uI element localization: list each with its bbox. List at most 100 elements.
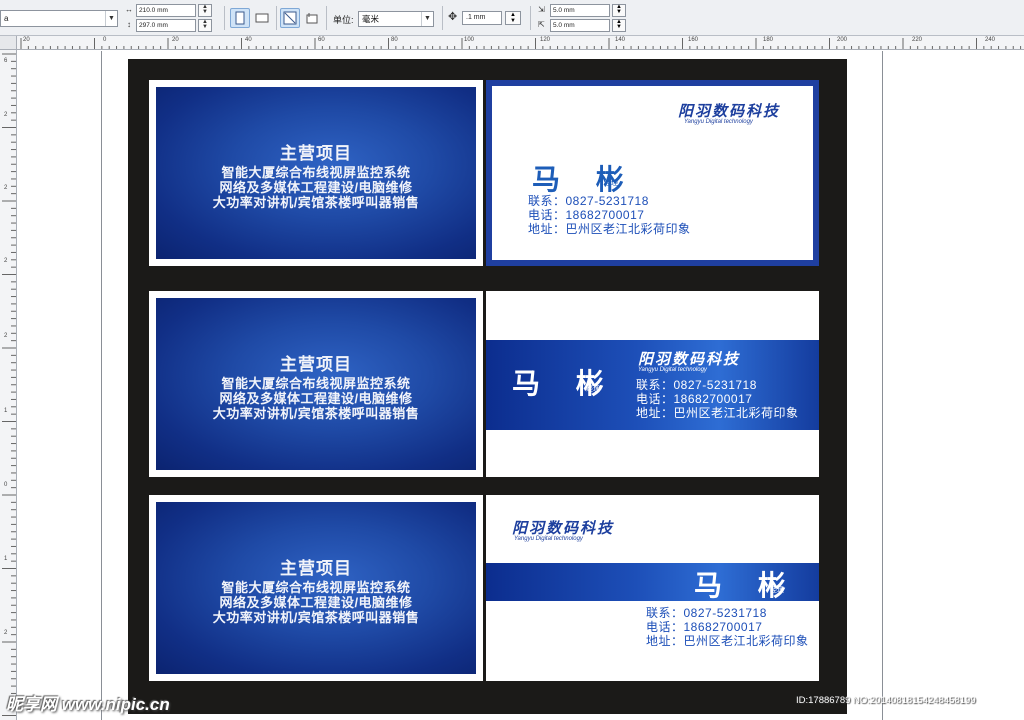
toolbar-divider [442, 6, 443, 30]
height-spinner[interactable]: ▲ ▼ [198, 19, 212, 32]
units-select[interactable]: 毫米 ▼ [358, 11, 434, 27]
company-logo-cn: 阳羽数码科技 [638, 351, 741, 368]
front-service-line: 智能大厦综合布线视屏监控系统 [221, 580, 411, 595]
image-id-watermark: ID:17886789 NO:20140818154248458199 [796, 695, 976, 706]
card-band: 马 彬 经理 [486, 563, 819, 601]
business-card-artboard[interactable]: 主营项目 智能大厦综合布线视屏监控系统 网络及多媒体工程建设/电脑维修 大功率对… [128, 59, 847, 714]
duplicate-x-spinner[interactable]: ▲ ▼ [612, 4, 626, 17]
current-page-button[interactable] [302, 8, 322, 28]
duplicate-y-field[interactable]: 5.0 mm [550, 19, 610, 32]
ruler-tick-label: 0 [4, 482, 8, 488]
address-line: 地址：巴州区老江北彩荷印象 [646, 634, 809, 648]
site-watermark: 昵享网 www.nipic.cn [6, 695, 170, 714]
ruler-tick-label: 2 [4, 185, 8, 191]
ruler-tick-label: 40 [245, 37, 252, 43]
card-holder-role: 经理 [586, 386, 600, 393]
portrait-icon [235, 11, 245, 25]
ruler-tick-label: 1 [4, 556, 8, 562]
width-spinner[interactable]: ▲ ▼ [198, 4, 212, 17]
front-service-line: 智能大厦综合布线视屏监控系统 [221, 165, 411, 180]
ruler-tick-label: 20 [23, 37, 30, 43]
company-logo-en: Yangyu Digital technology [514, 536, 583, 542]
phone-line: 电话：18682700017 [646, 620, 763, 634]
card-back-3[interactable]: 阳羽数码科技 Yangyu Digital technology 马 彬 经理 … [486, 495, 819, 681]
card-front-background: 主营项目 智能大厦综合布线视屏监控系统 网络及多媒体工程建设/电脑维修 大功率对… [156, 502, 476, 674]
ruler-tick-label: 60 [318, 37, 325, 43]
ruler-tick-label: 20 [172, 37, 179, 43]
front-service-line: 大功率对讲机/宾馆茶楼呼叫器销售 [212, 195, 420, 210]
landscape-icon [255, 13, 269, 23]
ruler-origin[interactable] [0, 36, 17, 50]
paper-preset-select[interactable]: a ▼ [0, 10, 118, 27]
address-line: 地址：巴州区老江北彩荷印象 [528, 222, 691, 236]
front-service-line: 大功率对讲机/宾馆茶楼呼叫器销售 [212, 610, 420, 625]
card-band: 马 彬 经理 阳羽数码科技 Yangyu Digital technology … [486, 340, 819, 430]
width-icon: ↔ [125, 5, 133, 14]
vertical-ruler[interactable]: 6 2 2 2 2 1 0 1 2 [0, 50, 17, 720]
ruler-tick-label: 2 [4, 112, 8, 118]
duplicate-y-spinner[interactable]: ▲ ▼ [612, 19, 626, 32]
card-holder-name: 马 彬 [694, 570, 800, 601]
card-holder-name: 马 彬 [532, 164, 638, 195]
all-pages-button[interactable] [280, 8, 300, 28]
height-icon: ↕ [127, 20, 131, 29]
contact-line: 联系：0827-5231718 [528, 194, 649, 208]
toolbar-divider [276, 6, 277, 30]
units-value: 毫米 [362, 14, 380, 24]
front-title: 主营项目 [280, 559, 352, 578]
ruler-tick-label: 2 [4, 630, 8, 636]
current-page-icon [306, 13, 318, 24]
toolbar-divider [326, 6, 327, 30]
all-pages-icon [283, 11, 297, 25]
card-front-background: 主营项目 智能大厦综合布线视屏监控系统 网络及多媒体工程建设/电脑维修 大功率对… [156, 298, 476, 470]
nudge-spinner[interactable]: ▲ ▼ [505, 11, 521, 25]
address-line: 地址：巴州区老江北彩荷印象 [636, 406, 799, 420]
ruler-tick-label: 0 [103, 37, 107, 43]
ruler-tick-label: 2 [4, 333, 8, 339]
toolbar-divider [530, 6, 531, 30]
card-holder-role: 经理 [604, 180, 618, 187]
portrait-button[interactable] [230, 8, 250, 28]
nudge-icon: ✥ [448, 11, 458, 23]
front-title: 主营项目 [280, 144, 352, 163]
company-logo-cn: 阳羽数码科技 [512, 520, 615, 537]
duplicate-distance-icon: ⇲ [538, 5, 545, 14]
company-logo-cn: 阳羽数码科技 [678, 103, 781, 120]
horizontal-ruler[interactable]: 20 0 20 40 60 80 100 120 140 160 180 200… [17, 36, 1024, 50]
ruler-tick-label: 220 [912, 37, 923, 43]
ruler-tick-label: 1 [4, 408, 8, 414]
chevron-down-icon[interactable]: ▼ [105, 11, 117, 26]
ruler-tick-label: 6 [4, 58, 8, 64]
units-label: 单位: [333, 15, 354, 25]
card-front-1[interactable]: 主营项目 智能大厦综合布线视屏监控系统 网络及多媒体工程建设/电脑维修 大功率对… [149, 80, 483, 266]
duplicate-x-field[interactable]: 5.0 mm [550, 4, 610, 17]
duplicate-distance-icon: ⇱ [538, 20, 545, 29]
page-height-field[interactable]: 297.0 mm [136, 19, 196, 32]
card-front-3[interactable]: 主营项目 智能大厦综合布线视屏监控系统 网络及多媒体工程建设/电脑维修 大功率对… [149, 495, 483, 681]
ruler-tick-label: 160 [688, 37, 699, 43]
chevron-down-icon[interactable]: ▼ [421, 12, 433, 26]
paper-preset-value: a [4, 14, 9, 23]
ruler-tick-label: 180 [763, 37, 774, 43]
front-service-line: 网络及多媒体工程建设/电脑维修 [219, 595, 413, 610]
card-back-1[interactable]: 阳羽数码科技 Yangyu Digital technology 马 彬 经理 … [486, 80, 819, 266]
company-logo-en: Yangyu Digital technology [684, 119, 753, 125]
landscape-button[interactable] [252, 8, 272, 28]
nudge-distance-field[interactable]: .1 mm [462, 11, 502, 25]
front-service-line: 大功率对讲机/宾馆茶楼呼叫器销售 [212, 406, 420, 421]
ruler-tick-label: 100 [464, 37, 475, 43]
page-width-field[interactable]: 210.0 mm [136, 4, 196, 17]
ruler-tick-label: 2 [4, 258, 8, 264]
ruler-ticks [2, 53, 16, 716]
ruler-tick-label: 120 [540, 37, 551, 43]
card-holder-role: 经理 [770, 587, 784, 594]
front-title: 主营项目 [280, 355, 352, 374]
card-front-2[interactable]: 主营项目 智能大厦综合布线视屏监控系统 网络及多媒体工程建设/电脑维修 大功率对… [149, 291, 483, 477]
ruler-tick-label: 80 [391, 37, 398, 43]
company-logo-en: Yangyu Digital technology [638, 367, 707, 373]
card-front-background: 主营项目 智能大厦综合布线视屏监控系统 网络及多媒体工程建设/电脑维修 大功率对… [156, 87, 476, 259]
card-back-2[interactable]: 马 彬 经理 阳羽数码科技 Yangyu Digital technology … [486, 291, 819, 477]
phone-line: 电话：18682700017 [528, 208, 645, 222]
contact-line: 联系：0827-5231718 [646, 606, 767, 620]
ruler-tick-label: 240 [985, 37, 996, 43]
